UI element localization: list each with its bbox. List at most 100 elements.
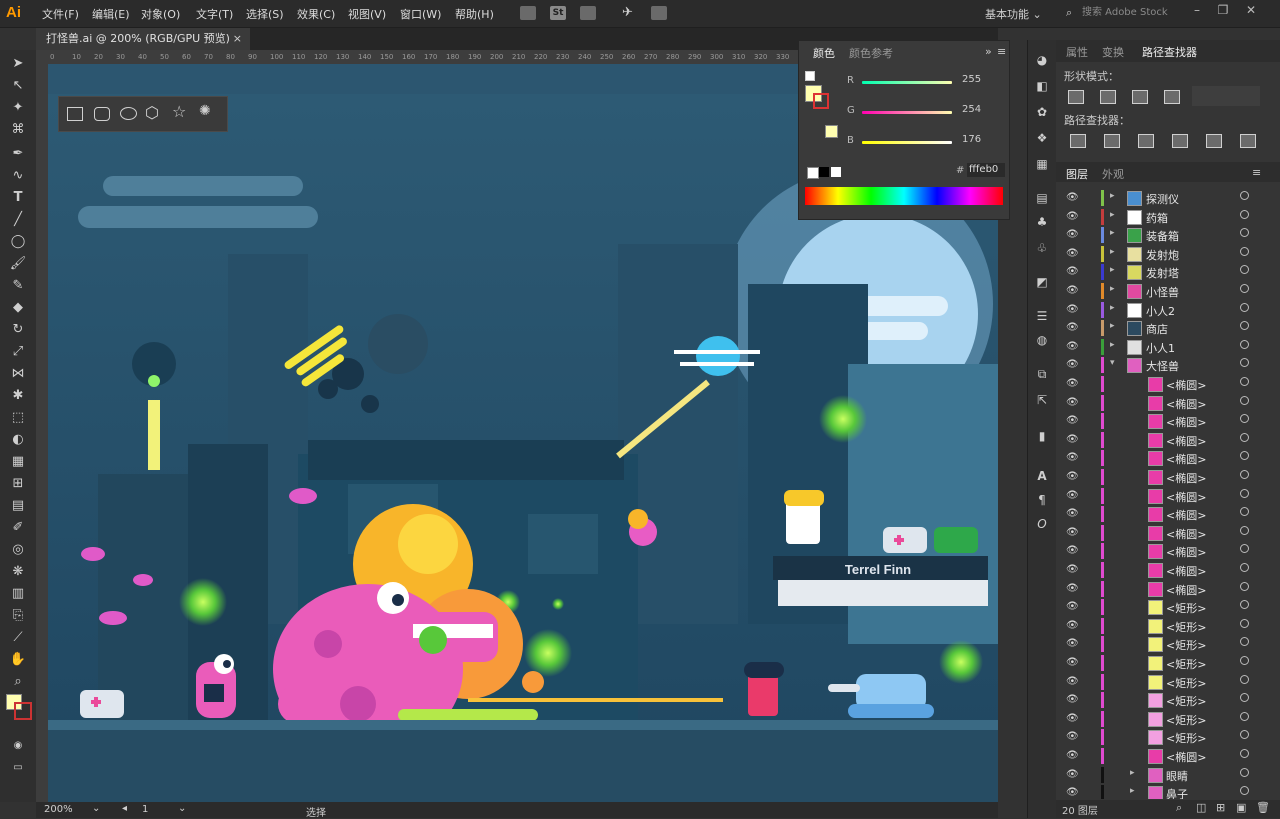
make-clipping-mask-icon[interactable]: ◫ bbox=[1196, 801, 1206, 814]
layer-row[interactable]: 👁 <矩形> bbox=[1056, 598, 1280, 616]
hand-tool-icon[interactable]: ✋ bbox=[9, 652, 27, 668]
locate-object-icon[interactable]: ⌕ bbox=[1176, 801, 1182, 815]
tab-transform[interactable]: 变换 bbox=[1102, 44, 1124, 60]
layer-row[interactable]: 👁 <椭圆> bbox=[1056, 542, 1280, 560]
visibility-eye-icon[interactable]: 👁 bbox=[1066, 638, 1079, 649]
layer-row[interactable]: 👁 <矩形> bbox=[1056, 710, 1280, 728]
screen-mode-icon[interactable]: ▭ bbox=[9, 760, 27, 776]
layer-row[interactable]: 👁 <椭圆> bbox=[1056, 747, 1280, 765]
layer-row[interactable]: 👁 <矩形> bbox=[1056, 654, 1280, 672]
scale-tool-icon[interactable]: ⤢ bbox=[9, 344, 27, 360]
visibility-eye-icon[interactable]: 👁 bbox=[1066, 601, 1079, 612]
rotate-tool-icon[interactable]: ↻ bbox=[9, 322, 27, 338]
paintbrush-icon[interactable]: 🖌 bbox=[9, 256, 27, 272]
chevron-down-icon[interactable]: ⌄ bbox=[92, 803, 100, 814]
blue-slider[interactable] bbox=[862, 141, 952, 144]
free-transform-icon[interactable]: ⬚ bbox=[9, 410, 27, 426]
layer-row[interactable]: 👁 <椭圆> bbox=[1056, 375, 1280, 393]
layer-target-icon[interactable] bbox=[1240, 265, 1249, 275]
character-icon[interactable]: A bbox=[1033, 468, 1051, 484]
layer-row[interactable]: 👁 <椭圆> bbox=[1056, 449, 1280, 467]
layer-target-icon[interactable] bbox=[1240, 656, 1249, 665]
color-panel-icon[interactable]: ◕ bbox=[1033, 52, 1051, 68]
bridge-icon[interactable] bbox=[520, 6, 536, 20]
layer-name[interactable]: <椭圆> bbox=[1166, 544, 1206, 560]
zoom-level[interactable]: 200% bbox=[44, 804, 73, 815]
layer-target-icon[interactable] bbox=[1240, 693, 1249, 703]
layer-name[interactable]: <椭圆> bbox=[1166, 377, 1206, 393]
layer-target-icon[interactable] bbox=[1240, 451, 1249, 461]
layer-target-icon[interactable] bbox=[1240, 507, 1249, 517]
layer-target-icon[interactable] bbox=[1240, 339, 1249, 349]
layer-name[interactable]: <椭圆> bbox=[1166, 470, 1206, 486]
layer-target-icon[interactable] bbox=[1240, 209, 1249, 219]
layer-name[interactable]: <矩形> bbox=[1166, 712, 1206, 728]
visibility-eye-icon[interactable]: 👁 bbox=[1066, 527, 1079, 538]
visibility-eye-icon[interactable]: 👁 bbox=[1066, 508, 1079, 519]
layer-row[interactable]: 👁 <椭圆> bbox=[1056, 487, 1280, 505]
menu-object[interactable]: 对象(O) bbox=[141, 6, 180, 22]
layer-name[interactable]: <椭圆> bbox=[1166, 414, 1206, 430]
layer-row[interactable]: 👁 <矩形> bbox=[1056, 691, 1280, 709]
visibility-eye-icon[interactable]: 👁 bbox=[1066, 211, 1079, 222]
chevron-right-icon[interactable]: ▸ bbox=[1110, 210, 1115, 220]
layer-name[interactable]: <矩形> bbox=[1166, 619, 1206, 635]
symbols-icon[interactable]: ❖ bbox=[1033, 130, 1051, 146]
layer-name[interactable]: <椭圆> bbox=[1166, 451, 1206, 467]
layer-target-icon[interactable] bbox=[1240, 377, 1249, 386]
layer-target-icon[interactable] bbox=[1240, 581, 1249, 591]
close-window-button[interactable]: ✕ bbox=[1244, 3, 1258, 17]
red-slider[interactable] bbox=[862, 81, 952, 84]
visibility-eye-icon[interactable]: 👁 bbox=[1066, 694, 1079, 705]
layer-target-icon[interactable] bbox=[1240, 544, 1249, 554]
layer-name[interactable]: 小人1 bbox=[1146, 340, 1175, 356]
chevron-right-icon[interactable]: ▸ bbox=[1110, 191, 1115, 201]
opentype-icon[interactable]: O bbox=[1033, 516, 1051, 532]
stock-icon[interactable]: St bbox=[550, 6, 566, 20]
color-spectrum[interactable] bbox=[805, 187, 1003, 205]
layer-row[interactable]: 👁 <椭圆> bbox=[1056, 561, 1280, 579]
eraser-icon[interactable]: ◆ bbox=[9, 300, 27, 316]
shape-builder-icon[interactable]: ◐ bbox=[9, 432, 27, 448]
layer-name[interactable]: 鼻子 bbox=[1166, 786, 1188, 799]
layer-name[interactable]: <矩形> bbox=[1166, 693, 1206, 709]
layer-name[interactable]: <椭圆> bbox=[1166, 526, 1206, 542]
layer-row[interactable]: 👁 ▸ 发射塔 bbox=[1056, 263, 1280, 281]
curvature-tool-icon[interactable]: ∿ bbox=[9, 168, 27, 184]
layer-name[interactable]: <椭圆> bbox=[1166, 433, 1206, 449]
layer-name[interactable]: 小怪兽 bbox=[1146, 284, 1179, 300]
layer-target-icon[interactable] bbox=[1240, 228, 1249, 238]
layer-target-icon[interactable] bbox=[1240, 470, 1249, 479]
divide-button[interactable] bbox=[1070, 134, 1086, 148]
chevron-right-icon[interactable]: ▸ bbox=[1110, 321, 1115, 331]
chevron-right-icon[interactable]: ▸ bbox=[1110, 247, 1115, 257]
rectangle-tool-icon[interactable] bbox=[67, 107, 83, 121]
chevron-right-icon[interactable]: ▸ bbox=[1110, 228, 1115, 238]
visibility-eye-icon[interactable]: 👁 bbox=[1066, 750, 1079, 761]
visibility-eye-icon[interactable]: 👁 bbox=[1066, 471, 1079, 482]
merge-button[interactable] bbox=[1138, 134, 1154, 148]
layer-name[interactable]: <矩形> bbox=[1166, 637, 1206, 653]
visibility-eye-icon[interactable]: 👁 bbox=[1066, 713, 1079, 724]
menu-view[interactable]: 视图(V) bbox=[348, 6, 386, 22]
magic-wand-icon[interactable]: ✦ bbox=[9, 100, 27, 116]
tab-color[interactable]: 颜色 bbox=[813, 45, 835, 61]
stock-search-input[interactable]: ⌕ 搜索 Adobe Stock bbox=[1064, 4, 1188, 22]
layer-target-icon[interactable] bbox=[1240, 284, 1249, 293]
selection-tool-icon[interactable]: ➤ bbox=[9, 56, 27, 72]
delete-layer-icon[interactable]: 🗑 bbox=[1256, 801, 1270, 814]
polygon-tool-icon[interactable]: ⬡ bbox=[145, 103, 159, 122]
paragraph-icon[interactable]: ¶ bbox=[1033, 492, 1051, 508]
layer-row[interactable]: 👁 ▸ 装备箱 bbox=[1056, 226, 1280, 244]
layer-name[interactable]: <矩形> bbox=[1166, 656, 1206, 672]
layer-name[interactable]: <矩形> bbox=[1166, 600, 1206, 616]
expand-button[interactable] bbox=[1192, 86, 1260, 106]
layer-name[interactable]: 眼睛 bbox=[1166, 768, 1188, 784]
visibility-eye-icon[interactable]: 👁 bbox=[1066, 490, 1079, 501]
visibility-eye-icon[interactable]: 👁 bbox=[1066, 266, 1079, 277]
layer-target-icon[interactable] bbox=[1240, 730, 1249, 740]
panel-collapse-icon[interactable]: » bbox=[985, 45, 992, 58]
visibility-eye-icon[interactable]: 👁 bbox=[1066, 620, 1079, 631]
tab-layers[interactable]: 图层 bbox=[1066, 166, 1088, 182]
symbol-sprayer-icon[interactable]: ❋ bbox=[9, 564, 27, 580]
